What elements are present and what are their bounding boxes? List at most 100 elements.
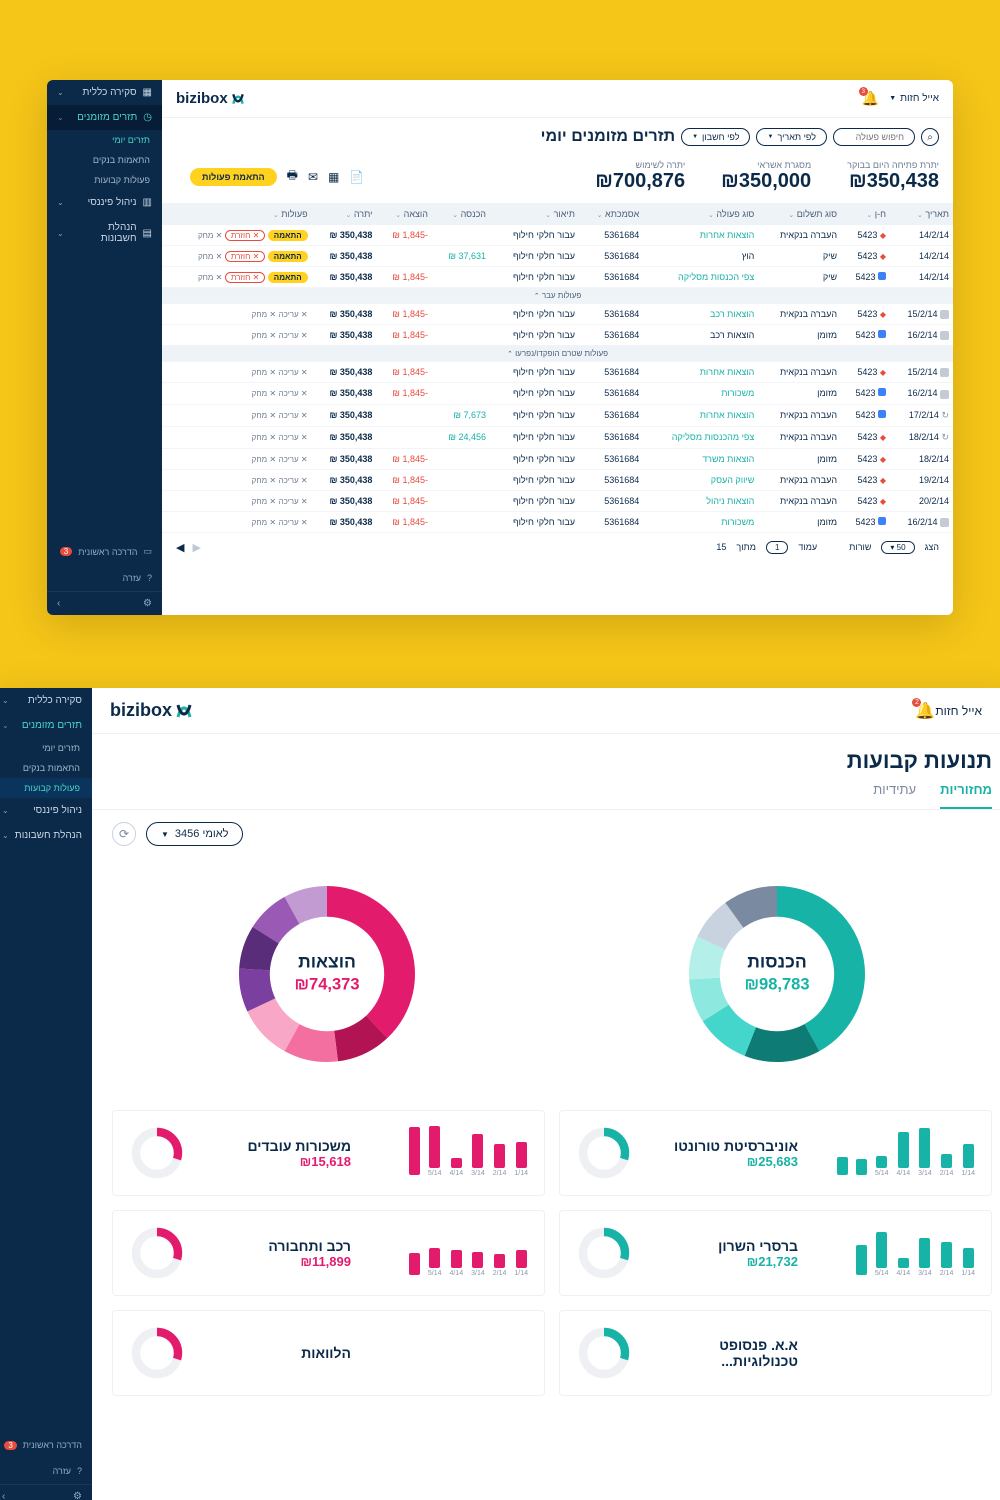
table-row: 15/2/14◆ 5423העברה בנקאית הוצאות רכב5361… xyxy=(162,304,953,325)
nav-overview[interactable]: ▦סקירה כללית⌄ xyxy=(47,80,162,105)
nav-overview[interactable]: סקירה כללית⌄ xyxy=(0,688,92,713)
mail-icon[interactable]: ✉ xyxy=(308,170,318,184)
nav-cashflow[interactable]: תזרים מזומנים⌄ xyxy=(0,713,92,738)
col-header[interactable]: פעולות ⌄ xyxy=(162,203,312,225)
col-header[interactable]: תיאור ⌄ xyxy=(490,203,579,225)
col-header[interactable]: תאריך ⌄ xyxy=(890,203,953,225)
nav-finance[interactable]: ▥ניהול פיננסי⌄ xyxy=(47,190,162,215)
table-row: 18/2/14◆ 5423מזומן הוצאות משרד5361684עבו… xyxy=(162,448,953,469)
search-input[interactable] xyxy=(833,128,915,146)
card-title: א.א. פנסופט טכנולוגיות... xyxy=(648,1337,798,1369)
donuts-row: הכנסות₪98,783 הוצאות₪74,373 xyxy=(92,858,1000,1110)
mini-bar-chart: 1/142/143/144/145/14 xyxy=(367,1229,528,1277)
table-row: ↻ 17/2/14 5423העברה בנקאית הוצאות אחרות5… xyxy=(162,404,953,426)
help[interactable]: ?עזרה xyxy=(47,565,162,591)
card-title: הלוואות xyxy=(201,1345,351,1361)
refresh-icon[interactable]: ⟳ xyxy=(112,822,136,846)
bell-icon[interactable]: 🔔3 xyxy=(862,90,879,107)
prev-page-icon[interactable]: ▶ xyxy=(192,541,200,554)
card-title: ברסרי השרון xyxy=(648,1238,798,1254)
col-header[interactable]: סוג תשלום ⌄ xyxy=(758,203,841,225)
sidebar-footer: ⚙› xyxy=(0,1484,92,1500)
summary-value: ₪700,876 xyxy=(595,170,685,193)
action-bar: 📄 ▦ ✉ 🖶 התאמת פעולות xyxy=(176,166,378,193)
category-card[interactable]: 1/142/143/144/145/14 ברסרי השרון₪21,732 xyxy=(559,1210,992,1296)
export-xls-icon[interactable]: ▦ xyxy=(328,170,339,184)
col-header[interactable]: הוצאה ⌄ xyxy=(376,203,432,225)
tabs: מחזוריות עתידיות xyxy=(92,782,1000,810)
tab-future[interactable]: עתידיות xyxy=(873,782,916,809)
help-onboarding[interactable]: הדרכה ראשונית3 xyxy=(0,1432,92,1458)
sub-bank-match[interactable]: התאמות בנקים xyxy=(47,150,162,170)
rows-select[interactable]: 50 ▾ xyxy=(881,541,914,554)
mini-bar-chart xyxy=(814,1329,975,1377)
col-header[interactable]: ח-ן ⌄ xyxy=(841,203,890,225)
nav-accounting[interactable]: הנהלת חשבונות⌄ xyxy=(0,823,92,848)
main-panel: bizibox 🔔2 אייל חזות תנועות קבועות מחזור… xyxy=(92,688,1000,1500)
category-card[interactable]: 1/142/143/144/145/14 משכורות עובדים₪15,6… xyxy=(112,1110,545,1196)
col-header[interactable]: יתרה ⌄ xyxy=(312,203,377,225)
category-card[interactable]: הלוואות xyxy=(112,1310,545,1396)
sub-daily[interactable]: תזרים יומי xyxy=(0,738,92,758)
mini-bar-chart xyxy=(367,1329,528,1377)
sub-bank-match[interactable]: התאמות בנקים xyxy=(0,758,92,778)
gear-icon[interactable]: ⚙ xyxy=(73,1491,82,1500)
account-select[interactable]: לאומי 3456▼ xyxy=(146,822,243,846)
user-menu[interactable]: אייל חזות▼ xyxy=(889,93,939,104)
category-card[interactable]: א.א. פנסופט טכנולוגיות... xyxy=(559,1310,992,1396)
nav-accounting[interactable]: ▤הנהלת חשבונות⌄ xyxy=(47,215,162,251)
sub-daily[interactable]: תזרים יומי xyxy=(47,130,162,150)
toolbar: לאומי 3456▼ ⟳ xyxy=(92,810,1000,858)
nav-finance[interactable]: ניהול פיננסי⌄ xyxy=(0,798,92,823)
card-value: ₪15,618 xyxy=(201,1154,351,1169)
sub-fixed[interactable]: פעולות קבועות xyxy=(47,170,162,190)
nav-cashflow[interactable]: ◷תזרים מזומנים⌄ xyxy=(47,105,162,130)
mini-bar-chart: 1/142/143/144/145/14 xyxy=(814,1229,975,1277)
summary-label: מסגרת אשראי xyxy=(721,160,811,170)
cards: א.א. פנסופט טכנולוגיות... הלוואות xyxy=(92,1310,1000,1396)
table-row: 16/2/14 5423מזומן משכורות5361684עבור חלק… xyxy=(162,383,953,404)
summary-row: יתרת פתיחה היום בבוקר₪350,438 מסגרת אשרא… xyxy=(162,156,953,203)
search-icon[interactable]: ⌕ xyxy=(921,128,939,146)
page-title: תזרים מזומנים יומי xyxy=(541,128,675,146)
user-menu[interactable]: אייל חזות xyxy=(935,704,982,718)
sub-fixed[interactable]: פעולות קבועות xyxy=(0,778,92,798)
table-row: ↻ 18/2/14◆ 5423העברה בנקאית צפי מהכנסות … xyxy=(162,426,953,448)
table-row: 14/2/14◆ 5423שיק הוץ5361684עבור חלקי חיל… xyxy=(162,246,953,267)
col-header[interactable]: הכנסה ⌄ xyxy=(432,203,490,225)
table-header: תאריך ⌄ח-ן ⌄סוג תשלום ⌄סוג פעולה ⌄אסמכתא… xyxy=(162,203,953,225)
help[interactable]: ?עזרה xyxy=(0,1458,92,1484)
table-row: 20/2/14◆ 5423העברה בנקאית הוצאות ניהול53… xyxy=(162,490,953,511)
collapse-icon[interactable]: › xyxy=(2,1491,5,1500)
card-title: משכורות עובדים xyxy=(201,1138,351,1154)
table-row: 14/2/14◆ 5423העברה בנקאית הוצאות אחרות53… xyxy=(162,225,953,246)
page-title: תנועות קבועות xyxy=(92,734,1000,776)
help-onboarding[interactable]: ▭הדרכה ראשונית3 xyxy=(47,538,162,565)
bell-icon[interactable]: 🔔2 xyxy=(915,701,935,721)
brand: bizibox xyxy=(110,700,192,721)
card-value: ₪11,899 xyxy=(201,1254,351,1269)
category-card[interactable]: 1/142/143/144/145/14 רכב ותחבורה₪11,899 xyxy=(112,1210,545,1296)
match-actions-button[interactable]: התאמת פעולות xyxy=(190,168,277,186)
filter-date[interactable]: לפי תאריך▼ xyxy=(756,128,827,146)
card-value: ₪21,732 xyxy=(648,1254,798,1269)
page-select[interactable]: 1 xyxy=(766,541,788,554)
svg-text:הכנסות: הכנסות xyxy=(747,951,806,971)
tab-recurring[interactable]: מחזוריות xyxy=(940,782,992,809)
svg-text:₪74,373: ₪74,373 xyxy=(294,975,359,993)
summary-value: ₪350,438 xyxy=(847,170,939,193)
topbar: bizibox 🔔2 אייל חזות xyxy=(92,688,1000,734)
collapse-icon[interactable]: › xyxy=(57,598,60,609)
svg-text:הוצאות: הוצאות xyxy=(298,951,356,971)
pager-label: מתוך xyxy=(736,542,756,552)
table-row: 19/2/14◆ 5423העברה בנקאית שיווק העסק5361… xyxy=(162,469,953,490)
filter-account[interactable]: לפי חשבון▼ xyxy=(681,128,750,146)
gear-icon[interactable]: ⚙ xyxy=(143,598,152,609)
next-page-icon[interactable]: ◀ xyxy=(176,541,184,554)
table-row: 16/2/14 5423מזומן משכורות5361684עבור חלק… xyxy=(162,511,953,532)
category-card[interactable]: 1/142/143/144/145/14 אוניברסיטת טורונטו₪… xyxy=(559,1110,992,1196)
export-pdf-icon[interactable]: 📄 xyxy=(349,170,364,184)
col-header[interactable]: סוג פעולה ⌄ xyxy=(643,203,758,225)
col-header[interactable]: אסמכתא ⌄ xyxy=(579,203,643,225)
print-icon[interactable]: 🖶 xyxy=(287,166,298,187)
